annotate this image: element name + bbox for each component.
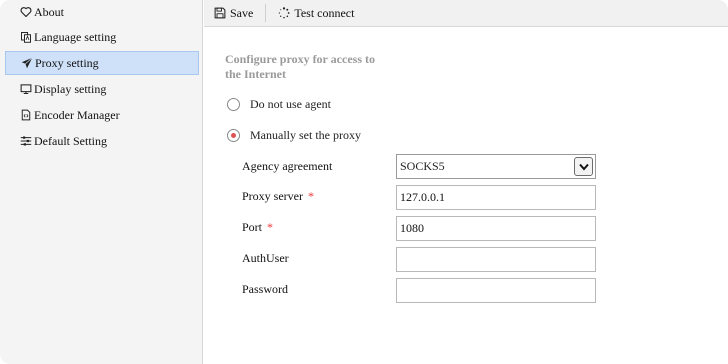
manual-proxy-label: Manually set the proxy [250,128,361,142]
paper-plane-icon [20,56,34,70]
save-button[interactable]: Save [204,0,263,27]
toolbar-divider [265,4,267,22]
authuser-label: AuthUser [242,251,289,266]
encoder-file-icon [19,108,33,122]
agency-agreement-value: SOCKS5 [400,159,445,173]
toolbar: Save Test connect [204,0,728,27]
password-label: Password [242,282,288,297]
agency-agreement-text: Agency agreement [242,159,333,173]
test-connect-label: Test connect [294,5,355,20]
password-text: Password [242,282,289,296]
sidebar-item-label: Display setting [34,81,107,96]
sidebar-item-encoder[interactable]: Encoder Manager [5,103,199,127]
required-mark: * [307,189,314,203]
sidebar-item-display[interactable]: Display setting [5,77,199,101]
password-input[interactable] [396,278,596,303]
authuser-input[interactable] [396,247,596,272]
manual-proxy-radio[interactable] [227,129,240,142]
sidebar-item-language[interactable]: Language setting [5,25,199,49]
settings-window: About Language setting Proxy setting Dis… [0,0,728,364]
save-icon [214,7,226,19]
proxy-server-input[interactable] [396,185,596,210]
sidebar-item-label: Default Setting [34,133,107,148]
port-label: Port * [242,220,273,235]
spinner-icon [279,7,290,19]
sidebar-item-proxy[interactable]: Proxy setting [5,51,199,75]
port-input[interactable] [396,216,596,241]
proxy-server-text: Proxy server [242,189,303,203]
required-mark: * [267,220,274,234]
sliders-icon [19,134,33,148]
heart-icon [19,5,33,19]
agency-agreement-label: Agency agreement [242,159,332,174]
authuser-text: AuthUser [242,251,289,265]
section-title: Configure proxy for access to the Intern… [225,52,375,81]
port-text: Port [242,220,263,234]
chevron-down-icon[interactable] [574,157,593,176]
sidebar-item-default[interactable]: Default Setting [5,129,199,153]
sidebar-item-label: About [34,4,64,19]
language-icon [19,30,33,44]
sidebar-item-label: Encoder Manager [34,107,120,122]
test-connect-button[interactable]: Test connect [268,0,364,27]
proxy-server-label: Proxy server * [242,189,314,204]
settings-sidebar: About Language setting Proxy setting Dis… [0,0,203,364]
sidebar-item-label: Proxy setting [35,55,99,70]
monitor-icon [19,82,33,96]
no-agent-radio[interactable] [227,98,240,111]
sidebar-item-label: Language setting [34,29,117,44]
no-agent-label: Do not use agent [250,97,331,111]
agency-agreement-select[interactable]: SOCKS5 [396,154,596,179]
save-button-label: Save [230,5,254,20]
manual-proxy-option[interactable]: Manually set the proxy [227,128,361,143]
no-agent-option[interactable]: Do not use agent [227,97,331,112]
proxy-settings-panel: Configure proxy for access to the Intern… [204,28,728,364]
sidebar-item-about[interactable]: About [5,0,199,24]
